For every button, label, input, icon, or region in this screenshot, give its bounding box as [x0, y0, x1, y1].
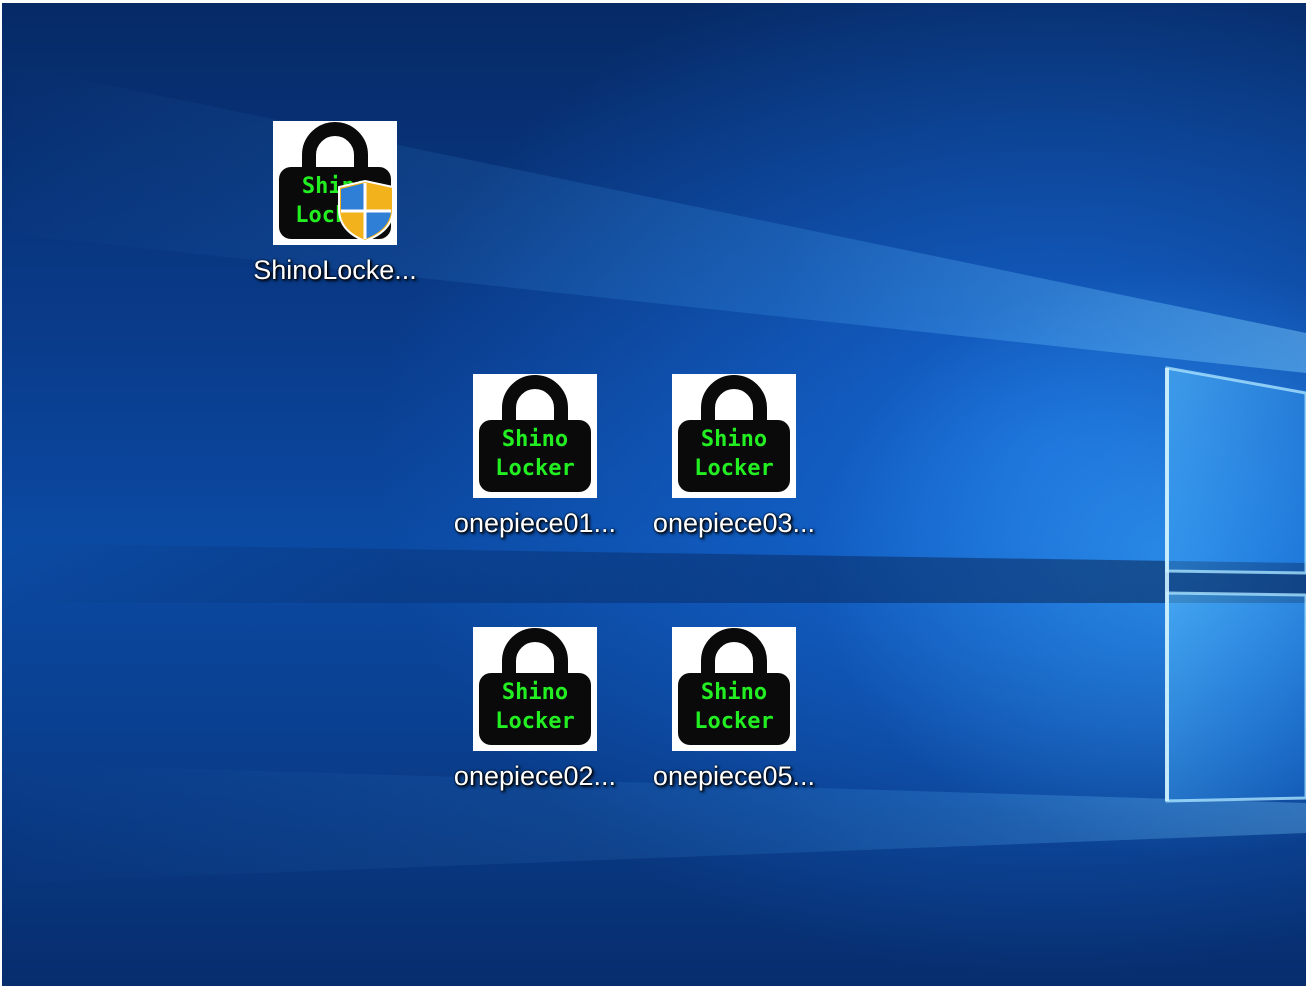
desktop-icon-label: onepiece05...: [652, 761, 816, 791]
lock-text-line2: Locker: [495, 709, 574, 734]
lock-text-line1: Shino: [502, 680, 568, 705]
desktop-icon-onepiece03[interactable]: Shino Locker onepiece03...: [644, 374, 824, 549]
desktop-icon-label: onepiece02...: [453, 761, 617, 791]
shinolocker-padlock-icon: Shino Locker: [473, 374, 597, 498]
lock-text-line2: Locker: [694, 709, 773, 734]
lock-text-line1: Shino: [701, 427, 767, 452]
shinolocker-padlock-icon: Shino Locker: [672, 374, 796, 498]
desktop-icon-label: onepiece01...: [453, 508, 617, 538]
desktop-icon-shinolocker[interactable]: Shino Locker ShinoLocke...: [245, 121, 425, 296]
shinolocker-padlock-icon: Shino Locker: [672, 627, 796, 751]
desktop-icon-label: onepiece03...: [652, 508, 816, 538]
shinolocker-padlock-icon: Shino Locker: [473, 627, 597, 751]
lock-text-line2: Locker: [694, 456, 773, 481]
lock-text-line2: Locker: [495, 456, 574, 481]
lock-text-line1: Shino: [502, 427, 568, 452]
desktop-icon-onepiece02[interactable]: Shino Locker onepiece02...: [445, 627, 625, 802]
desktop-icon-onepiece01[interactable]: Shino Locker onepiece01...: [445, 374, 625, 549]
shinolocker-padlock-uac-shield-icon: Shino Locker: [273, 121, 397, 245]
desktop-icon-label: ShinoLocke...: [253, 255, 417, 285]
desktop[interactable]: Shino Locker ShinoLocke... Shino Locker: [2, 3, 1306, 986]
lock-text-line1: Shino: [701, 680, 767, 705]
desktop-icon-onepiece05[interactable]: Shino Locker onepiece05...: [644, 627, 824, 802]
